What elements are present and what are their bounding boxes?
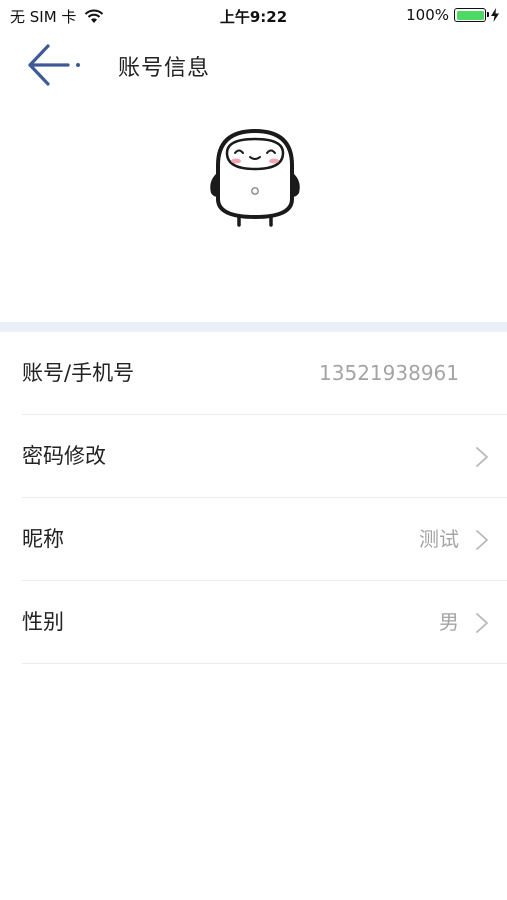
change-password-row[interactable]: 密码修改: [22, 415, 507, 498]
avatar[interactable]: [205, 125, 305, 233]
battery-fill: [456, 10, 484, 20]
status-bar: 无 SIM 卡 上午9:22 100%: [0, 0, 507, 30]
battery-icon: [454, 8, 489, 22]
account-phone-value: 13521938961: [319, 361, 459, 385]
account-phone-row: 账号/手机号 13521938961: [22, 332, 507, 415]
gender-row[interactable]: 性别 男: [22, 581, 507, 664]
nickname-row[interactable]: 昵称 测试: [22, 498, 507, 581]
chevron-right-icon: [476, 447, 488, 467]
status-right: 100%: [406, 6, 499, 24]
nickname-value: 测试: [419, 527, 459, 551]
section-divider: [0, 322, 507, 332]
change-password-label: 密码修改: [22, 444, 106, 468]
gender-value: 男: [439, 610, 459, 634]
charging-bolt-icon: [491, 8, 499, 22]
gender-label: 性别: [22, 610, 64, 634]
nickname-label: 昵称: [22, 527, 64, 551]
battery-percent: 100%: [406, 6, 449, 24]
page-title: 账号信息: [118, 56, 211, 81]
robot-mascot-avatar-icon: [210, 128, 300, 227]
back-button[interactable]: [20, 40, 90, 90]
account-phone-label: 账号/手机号: [22, 361, 135, 385]
chevron-right-icon: [476, 613, 488, 633]
chevron-right-icon: [476, 530, 488, 550]
nav-bar: 账号信息: [0, 30, 507, 100]
back-arrow-icon: [28, 44, 80, 86]
account-info-screen: 无 SIM 卡 上午9:22 100% 账号信息 账号/手机号 13521938…: [0, 0, 507, 900]
account-info-list: 账号/手机号 13521938961 密码修改 昵称 测试 性别 男: [0, 332, 507, 664]
